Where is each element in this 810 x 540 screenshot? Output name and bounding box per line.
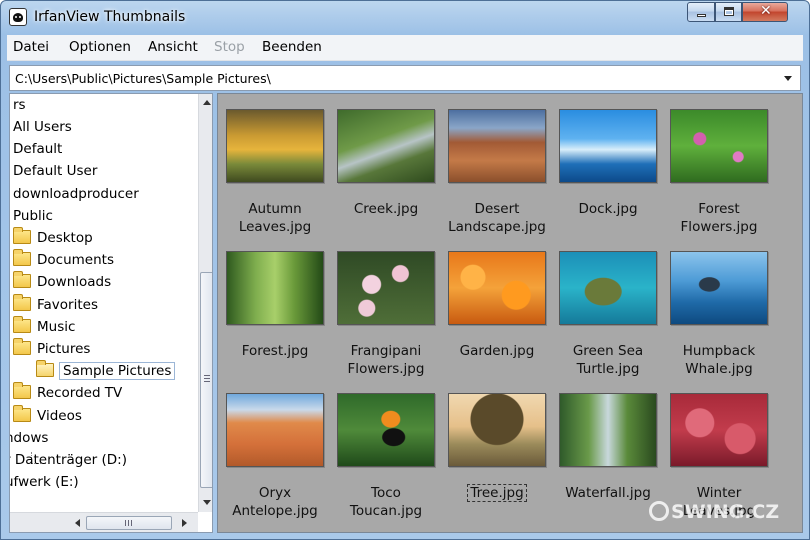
thumbnail-image[interactable] (337, 393, 435, 467)
scroll-down-icon[interactable] (199, 495, 212, 511)
watermark: SWING.CZ (649, 501, 779, 523)
scroll-thumb[interactable] (200, 272, 212, 488)
close-icon: ✕ (760, 3, 772, 19)
thumbnail-caption[interactable]: Forest.jpg (221, 342, 329, 360)
swing-logo-icon (649, 501, 669, 521)
scroll-thumb[interactable] (86, 516, 172, 530)
path-combobox[interactable]: C:\Users\Public\Pictures\Sample Pictures… (9, 65, 801, 91)
tree-item[interactable]: Videos (13, 405, 82, 426)
tree-item[interactable]: Default (13, 139, 62, 159)
thumbnail-image[interactable] (559, 251, 657, 325)
thumbnail-image[interactable] (226, 251, 324, 325)
folder-icon (13, 271, 31, 288)
folder-icon (13, 316, 31, 333)
minimize-icon (697, 14, 706, 17)
tree-item[interactable]: downloadproducer (13, 184, 139, 204)
folder-icon (13, 294, 31, 311)
tree-vertical-scrollbar[interactable] (198, 94, 212, 512)
menu-beenden[interactable]: Beenden (262, 39, 322, 55)
folder-tree[interactable]: rs All Users Default Default User downlo… (9, 93, 213, 533)
thumbnail-image[interactable] (337, 109, 435, 183)
folder-icon (13, 405, 31, 422)
thumbnail-pane[interactable]: Autumn Leaves.jpg Creek.jpg Desert Landsca… (217, 93, 803, 533)
maximize-button[interactable] (715, 2, 742, 22)
thumbnail-caption[interactable]: Humpback Whale.jpg (665, 342, 773, 378)
thumbnail-image[interactable] (226, 109, 324, 183)
tree-item[interactable]: Downloads (13, 271, 111, 292)
tree-item[interactable]: Default User (13, 161, 97, 181)
thumbnail-image[interactable] (448, 109, 546, 183)
thumbnail-image[interactable] (448, 393, 546, 467)
tree-item[interactable]: rs (13, 95, 26, 115)
tree-item[interactable]: Favorites (13, 294, 98, 315)
thumbnail-image[interactable] (670, 109, 768, 183)
thumbnail-caption[interactable]: Autumn Leaves.jpg (221, 200, 329, 236)
maximize-icon (724, 7, 734, 16)
folder-icon (13, 249, 31, 266)
tree-item[interactable]: All Users (13, 117, 72, 137)
minimize-button[interactable] (687, 2, 715, 22)
grip-icon (204, 375, 210, 382)
thumbnail-caption[interactable]: Green Sea Turtle.jpg (554, 342, 662, 378)
thumbnail-image[interactable] (226, 393, 324, 467)
tree-item[interactable]: Desktop (13, 227, 93, 248)
tree-item[interactable]: Documents (13, 249, 114, 270)
menu-bar: Datei Optionen Ansicht Stop Beenden (7, 35, 803, 61)
thumbnail-caption[interactable]: Dock.jpg (554, 200, 662, 218)
thumbnail-image[interactable] (448, 251, 546, 325)
scroll-left-icon[interactable] (70, 515, 86, 531)
tree-item-selected[interactable]: Sample Pictures (36, 360, 176, 381)
tree-horizontal-scrollbar[interactable] (10, 512, 198, 532)
open-folder-icon (36, 360, 54, 377)
menu-optionen[interactable]: Optionen (69, 39, 131, 55)
window-title: IrfanView Thumbnails (34, 9, 186, 25)
folder-icon (13, 382, 31, 399)
thumbnail-caption[interactable]: Toco Toucan.jpg (332, 484, 440, 520)
tree-item[interactable]: ufwerk (E:) (10, 472, 79, 492)
thumbnail-caption[interactable]: Garden.jpg (443, 342, 551, 360)
thumbnail-caption-focused[interactable]: Tree.jpg (443, 484, 551, 502)
thumbnail-caption[interactable]: Creek.jpg (332, 200, 440, 218)
folder-icon (13, 227, 31, 244)
tree-item[interactable]: Music (13, 316, 75, 337)
scroll-up-icon[interactable] (199, 95, 212, 111)
thumbnail-caption[interactable]: Oryx Antelope.jpg (221, 484, 329, 520)
path-text: C:\Users\Public\Pictures\Sample Pictures… (15, 71, 271, 86)
scroll-right-icon[interactable] (176, 515, 192, 531)
thumbnail-caption[interactable]: Forest Flowers.jpg (665, 200, 773, 236)
chevron-down-icon[interactable] (779, 69, 797, 87)
thumbnail-image[interactable] (559, 109, 657, 183)
close-button[interactable]: ✕ (742, 2, 788, 22)
irfanview-window: IrfanView Thumbnails ✕ Datei Optionen An… (0, 0, 810, 540)
folder-icon (13, 338, 31, 355)
thumbnail-image[interactable] (670, 393, 768, 467)
tree-item[interactable]: Recorded TV (13, 382, 122, 403)
menu-stop[interactable]: Stop (214, 39, 245, 55)
thumbnail-caption[interactable]: Frangipani Flowers.jpg (332, 342, 440, 378)
tree-item[interactable]: Pictures (13, 338, 90, 359)
tree-item[interactable]: Public (13, 206, 53, 226)
title-bar[interactable]: IrfanView Thumbnails ✕ (1, 1, 809, 33)
menu-ansicht[interactable]: Ansicht (148, 39, 198, 55)
thumbnail-caption[interactable]: Waterfall.jpg (554, 484, 662, 502)
thumbnail-image[interactable] (670, 251, 768, 325)
thumbnail-caption[interactable]: Desert Landscape.jpg (443, 200, 551, 236)
grip-icon (125, 520, 132, 526)
menu-datei[interactable]: Datei (13, 39, 49, 55)
thumbnail-image[interactable] (337, 251, 435, 325)
irfanview-icon[interactable] (9, 8, 27, 26)
tree-item[interactable]: r Datenträger (D:) (10, 450, 127, 470)
thumbnail-image[interactable] (559, 393, 657, 467)
tree-item[interactable]: ndows (10, 428, 48, 448)
